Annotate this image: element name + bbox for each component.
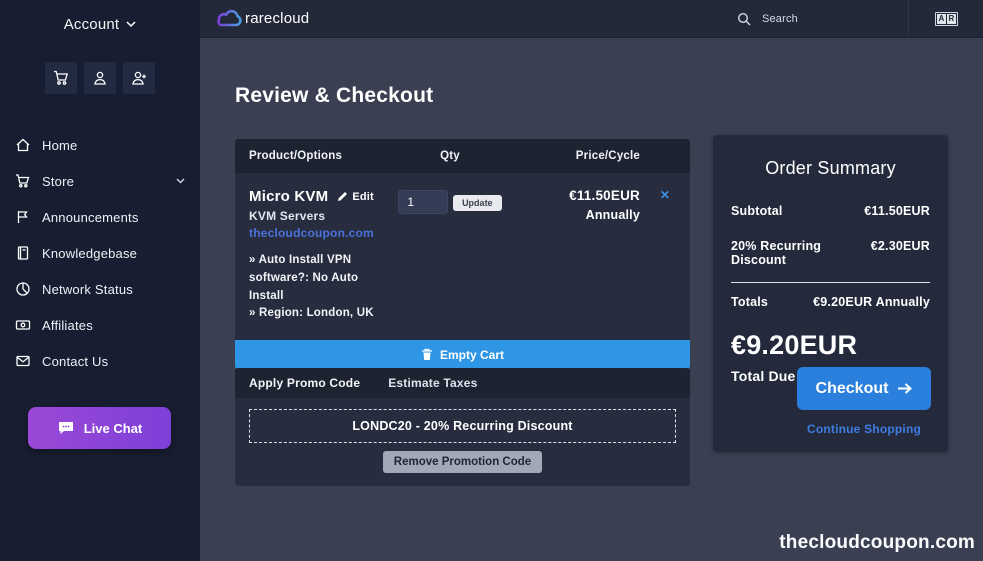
quantity-input[interactable] <box>398 190 449 214</box>
promo-card: Apply Promo Code Estimate Taxes LONDC20 … <box>235 368 690 486</box>
sidebar: Account Home Store Announcements Knowled… <box>0 0 200 561</box>
product-option: » Region: London, UK <box>249 307 374 320</box>
cart-icon <box>53 70 70 86</box>
total-due-amount: €9.20EUR <box>731 330 858 360</box>
login-button[interactable] <box>84 62 116 94</box>
discount-label: 20% Recurring Discount <box>731 239 822 267</box>
pencil-icon <box>337 191 348 202</box>
account-menu[interactable]: Account <box>0 0 200 33</box>
sidebar-item-affiliates[interactable]: Affiliates <box>0 307 200 343</box>
brand-name: rarecloud <box>245 10 310 27</box>
empty-cart-label: Empty Cart <box>439 347 504 362</box>
user-plus-icon <box>131 70 148 86</box>
sidebar-item-label: Contact Us <box>42 353 109 369</box>
sidebar-item-label: Network Status <box>42 281 133 297</box>
totals-label: Totals <box>731 295 769 309</box>
order-summary: Order Summary Subtotal €11.50EUR 20% Rec… <box>713 135 948 452</box>
search-input[interactable]: Search <box>737 12 798 26</box>
sidebar-item-home[interactable]: Home <box>0 127 200 163</box>
view-cart-button[interactable] <box>45 62 77 94</box>
cloud-logo-icon <box>211 8 243 30</box>
empty-cart-button[interactable]: Empty Cart <box>235 340 690 370</box>
sidebar-item-network-status[interactable]: Network Status <box>0 271 200 307</box>
edit-label: Edit <box>352 190 374 203</box>
sidebar-item-announcements[interactable]: Announcements <box>0 199 200 235</box>
item-cycle: Annually <box>585 208 640 222</box>
arrow-right-icon <box>897 382 913 395</box>
live-chat-button[interactable]: Live Chat <box>28 407 171 449</box>
topbar-divider <box>908 0 909 38</box>
discount-value: €2.30EUR <box>870 239 930 253</box>
cart-table-header: Product/Options Qty Price/Cycle <box>235 139 690 173</box>
sidebar-item-label: Store <box>42 173 75 189</box>
page-title: Review & Checkout <box>235 84 434 107</box>
update-quantity-button[interactable]: Update <box>453 195 502 211</box>
brand-logo[interactable]: rarecloud <box>211 8 309 30</box>
sidebar-item-label: Knowledgebase <box>42 245 138 261</box>
continue-shopping-link[interactable]: Continue Shopping <box>797 422 931 436</box>
sidebar-item-label: Announcements <box>42 209 139 225</box>
search-icon <box>737 12 751 26</box>
subtotal-value: €11.50EUR <box>864 204 930 218</box>
tab-apply-promo-code[interactable]: Apply Promo Code <box>249 376 360 390</box>
totals-row: Totals €9.20EUR Annually <box>713 295 948 309</box>
live-chat-label: Live Chat <box>83 420 143 436</box>
user-icon <box>92 70 108 86</box>
checkout-button[interactable]: Checkout <box>797 367 931 410</box>
home-icon <box>15 137 31 153</box>
sidebar-item-store[interactable]: Store <box>0 163 200 199</box>
cart-table: Product/Options Qty Price/Cycle Micro KV… <box>235 139 690 370</box>
item-price: €11.50EUR <box>569 188 640 203</box>
trash-icon <box>421 348 433 361</box>
summary-divider <box>731 282 930 283</box>
discount-row: 20% Recurring Discount €2.30EUR <box>713 239 948 267</box>
sidebar-item-contact-us[interactable]: Contact Us <box>0 343 200 379</box>
network-status-icon <box>15 281 31 297</box>
tab-estimate-taxes[interactable]: Estimate Taxes <box>388 376 477 390</box>
header-qty: Qty <box>440 150 460 162</box>
search-placeholder: Search <box>761 12 798 25</box>
book-icon <box>15 245 31 261</box>
account-shortcuts <box>0 62 200 94</box>
header-price-cycle: Price/Cycle <box>575 150 640 162</box>
totals-value: €9.20EUR Annually <box>813 295 930 309</box>
chevron-down-icon <box>126 21 136 28</box>
chat-bubble-icon <box>57 420 75 436</box>
sidebar-nav: Home Store Announcements Knowledgebase N… <box>0 127 200 379</box>
subtotal-label: Subtotal <box>731 204 783 218</box>
flag-icon <box>15 209 31 225</box>
store-cart-icon <box>15 173 31 189</box>
watermark: thecloudcoupon.com <box>779 532 975 553</box>
promo-card-header: Apply Promo Code Estimate Taxes <box>235 368 690 398</box>
sidebar-item-knowledgebase[interactable]: Knowledgebase <box>0 235 200 271</box>
money-icon <box>15 317 31 333</box>
subtotal-row: Subtotal €11.50EUR <box>713 204 948 218</box>
product-name: Micro KVM <box>249 188 329 205</box>
remove-promo-button[interactable]: Remove Promotion Code <box>382 451 543 473</box>
language-switcher[interactable]: A R <box>935 11 958 26</box>
account-label: Account <box>63 16 120 33</box>
envelope-icon <box>15 353 31 369</box>
product-option: » Auto Install VPN software?: No Auto In… <box>249 254 359 302</box>
product-group: KVM Servers <box>249 209 326 223</box>
cart-item-row: Micro KVM Edit KVM Servers thecloudcoupo… <box>235 173 690 341</box>
checkout-label: Checkout <box>815 379 889 397</box>
product-domain-link[interactable]: thecloudcoupon.com <box>249 226 390 240</box>
topbar: rarecloud Search A R <box>200 0 983 38</box>
applied-promo-code: LONDC20 - 20% Recurring Discount <box>249 409 676 443</box>
edit-item-button[interactable]: Edit <box>337 191 374 203</box>
main-content: Review & Checkout Product/Options Qty Pr… <box>200 38 983 561</box>
remove-item-button[interactable]: ✕ <box>640 188 690 323</box>
language-badge-right: R <box>947 13 956 24</box>
sidebar-item-label: Home <box>42 137 78 153</box>
sidebar-item-label: Affiliates <box>42 317 93 333</box>
register-button[interactable] <box>123 62 155 94</box>
order-summary-title: Order Summary <box>765 158 896 178</box>
header-product-options: Product/Options <box>249 150 343 162</box>
chevron-down-icon <box>176 178 185 184</box>
language-badge-left: A <box>937 13 946 24</box>
